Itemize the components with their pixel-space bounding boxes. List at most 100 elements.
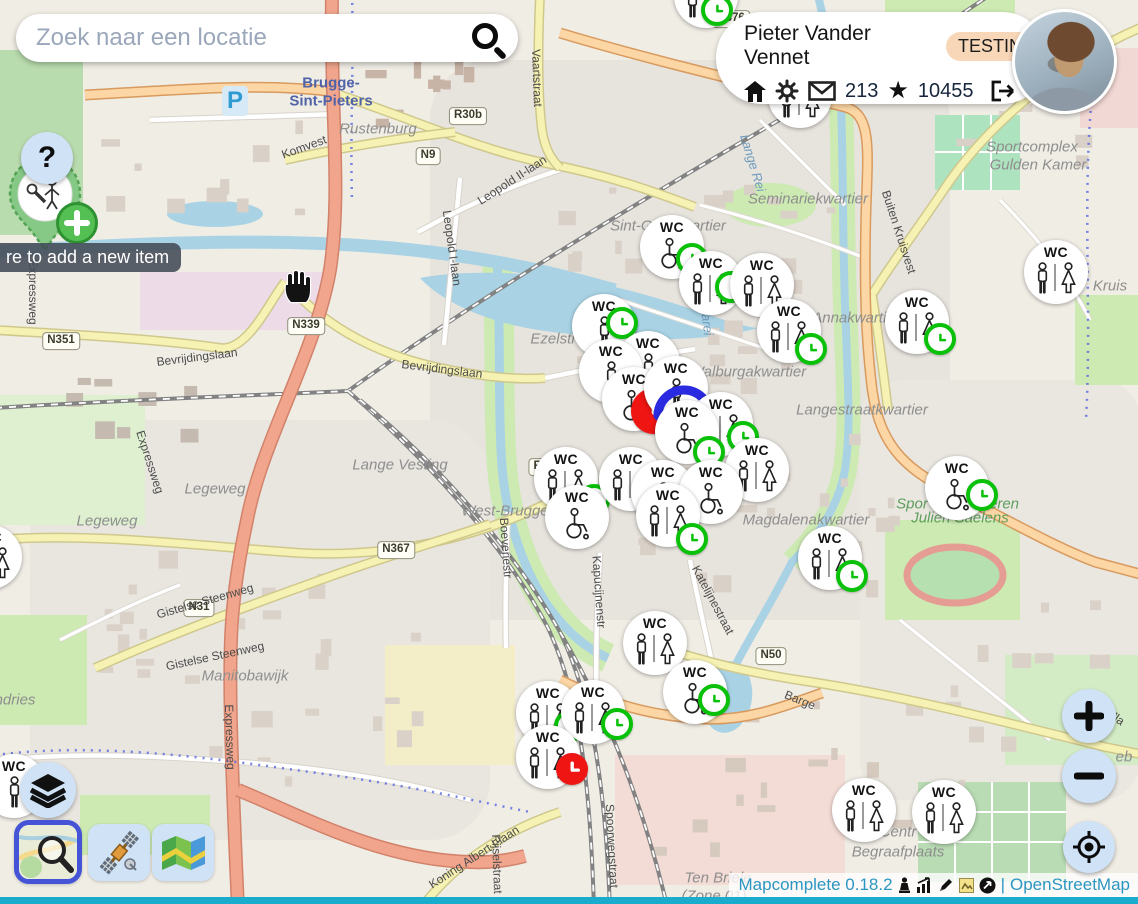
logout-icon[interactable]	[989, 79, 1015, 103]
app-version-link[interactable]: Mapcomplete 0.18.2	[739, 875, 893, 895]
wc-marker[interactable]: WC	[832, 778, 896, 842]
map-label: eb	[1116, 750, 1133, 765]
layers-button[interactable]	[20, 762, 76, 818]
attribution-separator: |	[1001, 875, 1005, 895]
locate-button[interactable]	[1063, 821, 1115, 873]
toilet-pictograms	[696, 480, 726, 515]
wc-label: WC	[664, 361, 688, 375]
opening-hours-badge[interactable]	[924, 323, 956, 355]
wc-label: WC	[651, 465, 675, 479]
toilet-pictograms	[922, 800, 966, 835]
road-shield: N351	[42, 332, 80, 350]
opening-hours-badge[interactable]	[676, 523, 708, 555]
chart-icon[interactable]	[916, 877, 933, 893]
style-osm-carto-button[interactable]	[14, 820, 82, 884]
wc-label: WC	[750, 258, 774, 272]
wc-label: WC	[622, 372, 646, 386]
wc-marker[interactable]: WC	[912, 780, 976, 844]
map-label: Rijselstraat	[490, 834, 504, 894]
toilet-pictograms	[842, 798, 886, 833]
road-shield: R30b	[449, 107, 487, 125]
map-label: Vaartstraat	[530, 49, 544, 107]
map-label: Legeweg	[185, 482, 246, 497]
wc-label: WC	[0, 530, 2, 544]
map[interactable]: P R30N50N31N367N351N339N376R30bN9Sint-Pi…	[0, 0, 1138, 904]
wc-label: WC	[581, 685, 605, 699]
user-avatar[interactable]	[1012, 9, 1117, 114]
map-label: Spoorwegstraat	[604, 804, 620, 889]
map-label: Leopold II-laan	[475, 153, 548, 206]
opening-hours-badge[interactable]	[795, 333, 827, 365]
search-icon[interactable]	[472, 23, 498, 49]
map-label: Komvest	[280, 133, 328, 160]
map-label: Begraafplaats	[852, 845, 945, 860]
road-shield: N367	[377, 541, 415, 559]
stars-count: 10455	[918, 80, 974, 103]
map-label: Boeveriestr	[498, 517, 514, 578]
opening-hours-badge[interactable]	[836, 560, 868, 592]
toilet-pictograms	[1034, 260, 1078, 295]
wc-label: WC	[619, 452, 643, 466]
settings-gear-icon[interactable]	[775, 79, 799, 103]
help-button[interactable]: ?	[21, 132, 73, 184]
toilet-pictograms	[562, 505, 592, 540]
attribution-bar: Mapcomplete 0.18.2 | OpenStreetMap	[729, 873, 1138, 897]
osm-circle-icon[interactable]	[979, 877, 996, 894]
add-item-tooltip: re to add a new item	[0, 243, 181, 272]
map-label: Brugge-	[302, 76, 360, 91]
map-label: Expressweg	[134, 429, 166, 495]
wc-marker[interactable]: WC	[545, 485, 609, 549]
wc-label: WC	[905, 295, 929, 309]
map-label: Lange Rei	[738, 133, 768, 193]
style-folded-map-button[interactable]	[152, 824, 214, 881]
opening-hours-badge[interactable]	[698, 684, 730, 716]
wc-label: WC	[945, 461, 969, 475]
map-label: Kapucijnenstr	[590, 555, 607, 628]
wc-label: WC	[599, 344, 623, 358]
zoom-out-button[interactable]	[1062, 749, 1116, 803]
map-label: Bevrijdingslaan	[156, 346, 238, 368]
style-satellite-button[interactable]	[88, 824, 150, 881]
opening-hours-badge[interactable]	[601, 708, 633, 740]
map-label: Bevrijdingslaan	[401, 358, 483, 380]
opening-hours-badge[interactable]	[966, 479, 998, 511]
wc-label: WC	[1044, 245, 1068, 259]
wc-marker[interactable]: WC	[1024, 240, 1088, 304]
map-label: Expressweg	[223, 704, 237, 770]
opening-hours-badge[interactable]	[556, 753, 588, 785]
home-icon[interactable]	[744, 81, 766, 102]
wc-label: WC	[656, 488, 680, 502]
wc-label: WC	[683, 665, 707, 679]
wc-label: WC	[777, 304, 801, 318]
map-label: Magdalenakwartier	[743, 513, 870, 528]
wc-label: WC	[675, 405, 699, 419]
map-label: Sportcomplex	[986, 140, 1078, 155]
wc-label: WC	[852, 783, 876, 797]
map-label: Lange Vesting	[352, 458, 447, 473]
edit-pencil-icon[interactable]	[938, 877, 954, 893]
openstreetmap-link[interactable]: OpenStreetMap	[1010, 875, 1130, 895]
map-label: Katelijnestraat	[690, 564, 736, 637]
map-label: Legeweg	[77, 514, 138, 529]
road-shield: N50	[755, 647, 786, 665]
map-label: Rustenburg	[339, 122, 417, 137]
search-bar	[16, 14, 518, 62]
map-label: Leopold I-laan	[441, 210, 463, 287]
wc-marker[interactable]: WC	[0, 525, 22, 589]
marker-layer: R30N50N31N367N351N339N376R30bN9Sint-Piet…	[0, 0, 1138, 904]
wc-label: WC	[565, 490, 589, 504]
map-label: Sint-Pieters	[289, 94, 372, 109]
statistics-icon[interactable]	[898, 877, 911, 894]
messages-icon[interactable]	[808, 81, 836, 101]
add-plus-icon[interactable]	[56, 202, 98, 244]
theme-image-icon[interactable]	[959, 878, 974, 893]
map-label: ndries	[0, 693, 35, 708]
wc-label: WC	[699, 256, 723, 270]
map-label: Koning Albert I-laan	[427, 823, 521, 890]
search-input[interactable]	[16, 24, 468, 52]
user-name: Pieter Vander Vennet	[744, 22, 936, 70]
wc-label: WC	[709, 397, 733, 411]
wc-label: WC	[932, 785, 956, 799]
star-icon[interactable]: ★	[887, 79, 909, 103]
zoom-in-button[interactable]	[1062, 689, 1116, 743]
